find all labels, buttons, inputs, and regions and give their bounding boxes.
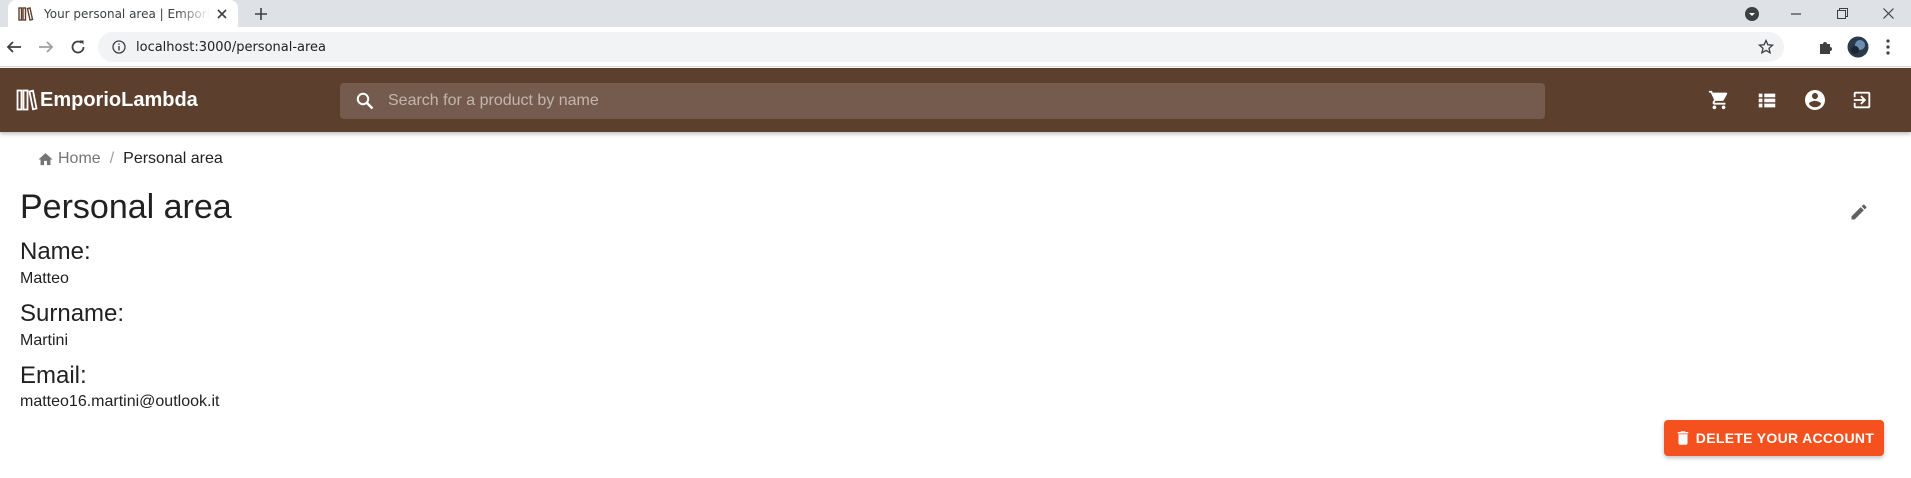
- browser-tab[interactable]: Your personal area | EmporioLambda: [8, 0, 238, 27]
- breadcrumb: Home / Personal area: [37, 150, 223, 168]
- browser-toolbar: localhost:3000/personal-area: [0, 27, 1911, 67]
- name-value: Matteo: [20, 270, 69, 287]
- close-window-icon[interactable]: [1865, 0, 1911, 27]
- name-label: Name:: [20, 238, 91, 265]
- bookmark-star-icon[interactable]: [1758, 39, 1774, 55]
- home-icon: [38, 152, 53, 165]
- address-bar[interactable]: localhost:3000/personal-area: [98, 32, 1784, 62]
- trash-icon: [1674, 429, 1692, 447]
- minimize-icon[interactable]: [1773, 0, 1819, 27]
- search-icon: [356, 92, 374, 110]
- breadcrumb-home-link[interactable]: Home: [37, 150, 101, 168]
- logout-icon[interactable]: [1850, 88, 1874, 112]
- surname-label: Surname:: [20, 300, 125, 327]
- info-icon[interactable]: [112, 40, 126, 54]
- library-favicon-icon: [18, 6, 34, 21]
- surname-value: Martini: [20, 332, 69, 349]
- edit-pencil-icon[interactable]: [1847, 200, 1871, 224]
- product-search[interactable]: [340, 83, 1545, 119]
- list-icon[interactable]: [1755, 88, 1779, 112]
- reload-icon[interactable]: [66, 35, 90, 59]
- delete-account-label: DELETE YOUR ACCOUNT: [1695, 430, 1875, 446]
- profile-avatar[interactable]: [1846, 35, 1870, 59]
- forward-arrow-icon[interactable]: [34, 35, 58, 59]
- breadcrumb-separator: /: [109, 150, 115, 167]
- extensions-puzzle-icon[interactable]: [1814, 35, 1838, 59]
- breadcrumb-home-label: Home: [58, 150, 101, 167]
- browser-tab-strip: Your personal area | EmporioLambda: [0, 0, 1911, 27]
- restore-icon[interactable]: [1819, 0, 1865, 27]
- email-label: Email:: [20, 362, 87, 389]
- tab-close-icon[interactable]: [214, 6, 230, 22]
- cart-icon[interactable]: [1707, 88, 1731, 112]
- library-books-icon: [16, 89, 38, 111]
- tab-search-icon[interactable]: [1729, 0, 1775, 27]
- delete-account-button[interactable]: DELETE YOUR ACCOUNT: [1664, 420, 1884, 456]
- email-value: matteo16.martini@outlook.it: [20, 393, 220, 410]
- brand-logo[interactable]: EmporioLambda: [16, 88, 198, 112]
- tab-title: Your personal area | EmporioLambda: [44, 6, 210, 21]
- search-input[interactable]: [388, 92, 1488, 110]
- brand-name: EmporioLambda: [40, 88, 198, 111]
- breadcrumb-current: Personal area: [123, 150, 223, 167]
- page-title: Personal area: [20, 188, 232, 226]
- back-arrow-icon[interactable]: [2, 35, 26, 59]
- new-tab-icon[interactable]: [252, 5, 270, 23]
- browser-menu-icon[interactable]: [1876, 35, 1900, 59]
- url-text: localhost:3000/personal-area: [136, 39, 327, 55]
- account-circle-icon[interactable]: [1803, 88, 1827, 112]
- app-bar: EmporioLambda: [0, 68, 1911, 132]
